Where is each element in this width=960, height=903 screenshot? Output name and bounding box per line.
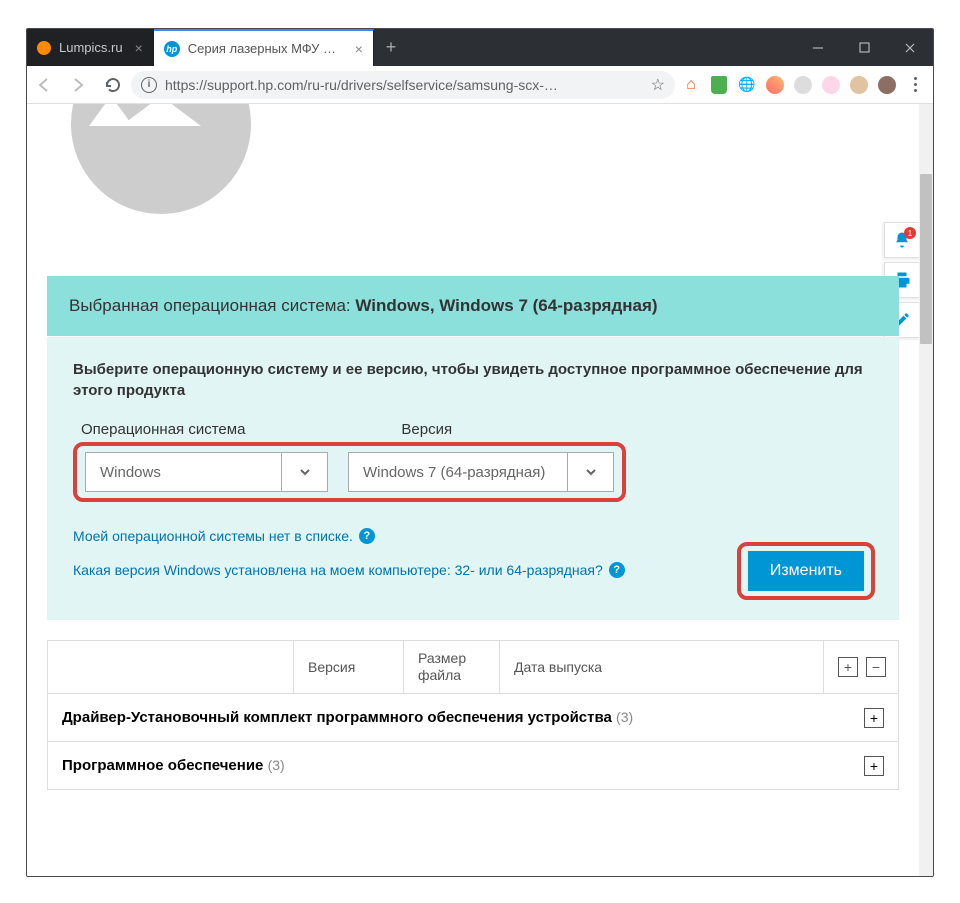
- back-button[interactable]: [29, 70, 59, 100]
- th-version: Версия: [294, 641, 404, 693]
- new-tab-button[interactable]: +: [374, 29, 408, 66]
- minimize-button[interactable]: [795, 29, 841, 66]
- forward-button[interactable]: [63, 70, 93, 100]
- highlight-selects: Windows Windows 7 (64-разрядная): [73, 442, 626, 502]
- window-controls: [795, 29, 933, 66]
- close-button[interactable]: [887, 29, 933, 66]
- th-date: Дата выпуска: [500, 641, 824, 693]
- selected-os-text: Выбранная операционная система: Windows,…: [69, 296, 877, 316]
- site-info-icon[interactable]: i: [141, 77, 157, 93]
- extension-icon[interactable]: [707, 73, 731, 97]
- selected-os-band: Выбранная операционная система: Windows,…: [47, 276, 899, 336]
- which-version-link[interactable]: Какая версия Windows установлена на моем…: [73, 562, 625, 578]
- extension-icon[interactable]: [819, 73, 843, 97]
- expand-icon[interactable]: +: [864, 756, 884, 776]
- highlight-change-button: Изменить: [737, 542, 875, 600]
- help-icon: ?: [359, 528, 375, 544]
- reload-button[interactable]: [97, 70, 127, 100]
- notifications-button[interactable]: 1: [884, 222, 919, 258]
- no-os-link[interactable]: Моей операционной системы нет в списке. …: [73, 528, 375, 544]
- scrollbar[interactable]: [919, 104, 933, 876]
- change-button[interactable]: Изменить: [748, 551, 864, 591]
- tab-lumpics[interactable]: Lumpics.ru ×: [27, 29, 154, 66]
- extension-icon[interactable]: 🌐: [735, 73, 759, 97]
- chevron-down-icon: [567, 453, 613, 491]
- address-bar: i https://support.hp.com/ru-ru/drivers/s…: [27, 66, 933, 104]
- extension-icon[interactable]: [847, 73, 871, 97]
- help-icon: ?: [609, 562, 625, 578]
- scroll-thumb[interactable]: [920, 174, 932, 344]
- category-row-drivers[interactable]: Драйвер-Установочный комплект программно…: [47, 694, 899, 742]
- version-select[interactable]: Windows 7 (64-разрядная): [348, 452, 614, 492]
- url-text: https://support.hp.com/ru-ru/drivers/sel…: [165, 77, 643, 93]
- category-row-software[interactable]: Программное обеспечение (3) +: [47, 742, 899, 790]
- os-select[interactable]: Windows: [85, 452, 328, 492]
- browser-window: Lumpics.ru × hp Серия лазерных МФУ Samsu…: [26, 28, 934, 877]
- titlebar: Lumpics.ru × hp Серия лазерных МФУ Samsu…: [27, 29, 933, 66]
- extension-icon[interactable]: ⌂: [679, 73, 703, 97]
- product-image-placeholder: [71, 104, 251, 214]
- os-select-value: Windows: [86, 464, 281, 481]
- th-empty: [48, 641, 294, 693]
- url-bar[interactable]: i https://support.hp.com/ru-ru/drivers/s…: [131, 71, 675, 99]
- instruction-text: Выберите операционную систему и ее верси…: [73, 359, 873, 401]
- version-label: Версия: [401, 421, 452, 438]
- expand-icon[interactable]: +: [864, 708, 884, 728]
- close-icon[interactable]: ×: [135, 41, 143, 55]
- chevron-down-icon: [281, 453, 327, 491]
- th-size: Размер файла: [404, 641, 500, 693]
- os-selection-panel: Выберите операционную систему и ее верси…: [47, 337, 899, 620]
- page-content: 1 Выбранная операционная система: Window…: [27, 104, 919, 876]
- os-label: Операционная система: [81, 421, 245, 438]
- extension-icon[interactable]: [763, 73, 787, 97]
- th-controls: + −: [824, 641, 898, 693]
- profile-avatar[interactable]: [875, 73, 899, 97]
- extension-icon[interactable]: [791, 73, 815, 97]
- maximize-button[interactable]: [841, 29, 887, 66]
- favicon-lumpics: [37, 41, 51, 55]
- favicon-hp: hp: [164, 41, 180, 57]
- version-select-value: Windows 7 (64-разрядная): [349, 464, 567, 481]
- tab-hp[interactable]: hp Серия лазерных МФУ Samsung ×: [154, 29, 374, 66]
- tab-title: Серия лазерных МФУ Samsung: [188, 41, 343, 56]
- expand-all-button[interactable]: +: [838, 657, 858, 677]
- notification-badge: 1: [904, 227, 916, 239]
- close-icon[interactable]: ×: [355, 42, 363, 56]
- collapse-all-button[interactable]: −: [866, 657, 886, 677]
- menu-button[interactable]: [903, 73, 927, 97]
- table-header: Версия Размер файла Дата выпуска + −: [47, 640, 899, 694]
- tab-title: Lumpics.ru: [59, 40, 123, 55]
- bookmark-icon[interactable]: ☆: [651, 75, 665, 95]
